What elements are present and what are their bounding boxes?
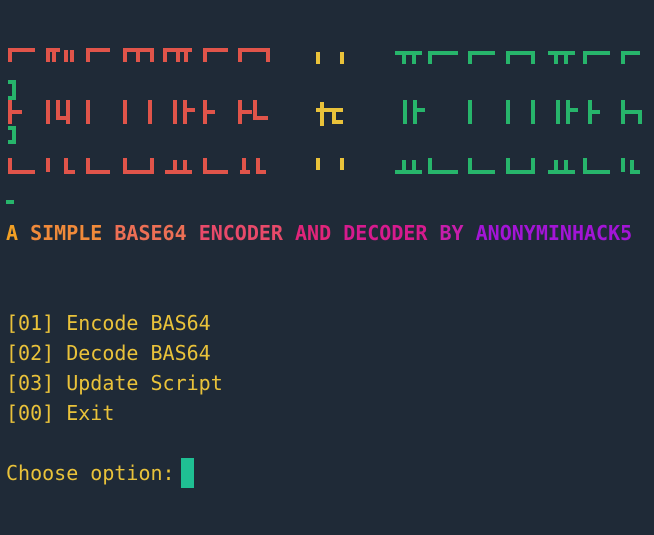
menu-item-exit: [00] Exit: [6, 398, 223, 428]
banner-art: [6, 48, 642, 204]
banner-row-1: [8, 48, 640, 64]
terminal-cursor[interactable]: [180, 458, 194, 488]
option-prompt[interactable]: Choose option:: [6, 458, 194, 488]
menu-item-update: [03] Update Script: [6, 368, 223, 398]
tagline-word: SIMPLE: [30, 221, 115, 245]
banner-row-3: [6, 158, 640, 204]
tagline: A SIMPLE BASE64 ENCODER AND DECODER BY A…: [6, 218, 646, 248]
tagline-word: BASE64: [114, 221, 199, 245]
menu-key: [03]: [6, 371, 55, 395]
menu-label: Exit: [66, 401, 115, 425]
ascii-banner: [0, 0, 654, 215]
prompt-label: Choose option:: [6, 461, 175, 485]
tagline-word: AND: [295, 221, 344, 245]
menu-key: [01]: [6, 311, 55, 335]
menu-key: [02]: [6, 341, 55, 365]
option-menu: [01] Encode BAS64 [02] Decode BAS64 [03]…: [6, 308, 223, 428]
menu-label: Update Script: [66, 371, 223, 395]
tagline-word: BY: [439, 221, 476, 245]
menu-key: [00]: [6, 401, 55, 425]
tagline-word: A: [6, 221, 31, 245]
menu-item-decode: [02] Decode BAS64: [6, 338, 223, 368]
menu-label: Decode BAS64: [66, 341, 211, 365]
tagline-word: ENCODER: [198, 221, 296, 245]
menu-item-encode: [01] Encode BAS64: [6, 308, 223, 338]
menu-label: Encode BAS64: [66, 311, 211, 335]
tagline-word: DECODER: [343, 221, 440, 245]
tagline-word: ANONYMINHACK5: [475, 221, 633, 245]
banner-row-2: [8, 80, 642, 144]
